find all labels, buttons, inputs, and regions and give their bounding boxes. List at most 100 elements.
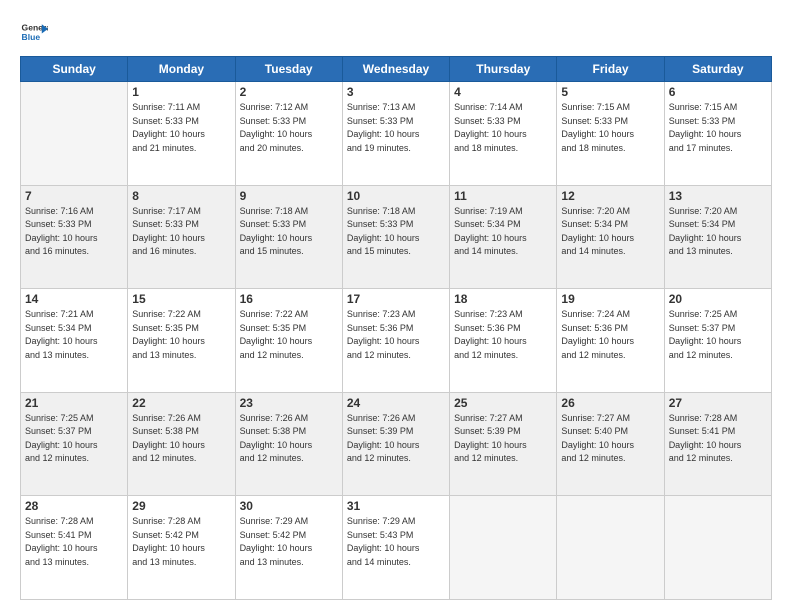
day-number: 19: [561, 292, 659, 306]
day-number: 12: [561, 189, 659, 203]
calendar-cell: 29 Sunrise: 7:28 AM Sunset: 5:42 PM Dayli…: [128, 496, 235, 600]
calendar-row: 14 Sunrise: 7:21 AM Sunset: 5:34 PM Dayli…: [21, 289, 772, 393]
calendar-table: SundayMondayTuesdayWednesdayThursdayFrid…: [20, 56, 772, 600]
day-number: 15: [132, 292, 230, 306]
logo-icon: General Blue: [20, 18, 48, 46]
day-number: 3: [347, 85, 445, 99]
day-info: Sunrise: 7:26 AM Sunset: 5:38 PM Dayligh…: [240, 412, 338, 466]
day-info: Sunrise: 7:29 AM Sunset: 5:43 PM Dayligh…: [347, 515, 445, 569]
day-number: 13: [669, 189, 767, 203]
calendar-row: 7 Sunrise: 7:16 AM Sunset: 5:33 PM Daylig…: [21, 185, 772, 289]
day-info: Sunrise: 7:15 AM Sunset: 5:33 PM Dayligh…: [669, 101, 767, 155]
day-info: Sunrise: 7:20 AM Sunset: 5:34 PM Dayligh…: [561, 205, 659, 259]
day-number: 7: [25, 189, 123, 203]
day-info: Sunrise: 7:18 AM Sunset: 5:33 PM Dayligh…: [240, 205, 338, 259]
calendar-cell: 14 Sunrise: 7:21 AM Sunset: 5:34 PM Dayli…: [21, 289, 128, 393]
calendar-cell: 15 Sunrise: 7:22 AM Sunset: 5:35 PM Dayli…: [128, 289, 235, 393]
calendar-cell: 3Sunrise: 7:13 AM Sunset: 5:33 PM Daylig…: [342, 82, 449, 186]
day-number: 17: [347, 292, 445, 306]
day-info: Sunrise: 7:16 AM Sunset: 5:33 PM Dayligh…: [25, 205, 123, 259]
day-info: Sunrise: 7:28 AM Sunset: 5:42 PM Dayligh…: [132, 515, 230, 569]
day-info: Sunrise: 7:21 AM Sunset: 5:34 PM Dayligh…: [25, 308, 123, 362]
calendar-row: 28Sunrise: 7:28 AM Sunset: 5:41 PM Dayli…: [21, 496, 772, 600]
calendar-cell: 31 Sunrise: 7:29 AM Sunset: 5:43 PM Dayli…: [342, 496, 449, 600]
day-number: 4: [454, 85, 552, 99]
weekday-header: Thursday: [450, 57, 557, 82]
day-info: Sunrise: 7:18 AM Sunset: 5:33 PM Dayligh…: [347, 205, 445, 259]
calendar-cell: 4 Sunrise: 7:14 AM Sunset: 5:33 PM Daylig…: [450, 82, 557, 186]
day-info: Sunrise: 7:20 AM Sunset: 5:34 PM Dayligh…: [669, 205, 767, 259]
day-number: 23: [240, 396, 338, 410]
svg-text:Blue: Blue: [22, 32, 41, 42]
calendar-cell: 22Sunrise: 7:26 AM Sunset: 5:38 PM Dayli…: [128, 392, 235, 496]
calendar-cell: [21, 82, 128, 186]
calendar-cell: 13 Sunrise: 7:20 AM Sunset: 5:34 PM Dayli…: [664, 185, 771, 289]
calendar-cell: 25 Sunrise: 7:27 AM Sunset: 5:39 PM Dayli…: [450, 392, 557, 496]
day-number: 26: [561, 396, 659, 410]
header: General Blue: [20, 18, 772, 46]
day-info: Sunrise: 7:12 AM Sunset: 5:33 PM Dayligh…: [240, 101, 338, 155]
day-number: 28: [25, 499, 123, 513]
calendar-cell: 11Sunrise: 7:19 AM Sunset: 5:34 PM Dayli…: [450, 185, 557, 289]
day-info: Sunrise: 7:19 AM Sunset: 5:34 PM Dayligh…: [454, 205, 552, 259]
calendar-cell: 20 Sunrise: 7:25 AM Sunset: 5:37 PM Dayli…: [664, 289, 771, 393]
day-number: 29: [132, 499, 230, 513]
calendar-cell: 27 Sunrise: 7:28 AM Sunset: 5:41 PM Dayli…: [664, 392, 771, 496]
calendar-cell: 1Sunrise: 7:11 AM Sunset: 5:33 PM Daylig…: [128, 82, 235, 186]
calendar-row: 21 Sunrise: 7:25 AM Sunset: 5:37 PM Dayli…: [21, 392, 772, 496]
weekday-header: Friday: [557, 57, 664, 82]
day-info: Sunrise: 7:22 AM Sunset: 5:35 PM Dayligh…: [240, 308, 338, 362]
day-info: Sunrise: 7:25 AM Sunset: 5:37 PM Dayligh…: [669, 308, 767, 362]
calendar-cell: [450, 496, 557, 600]
calendar-cell: 23 Sunrise: 7:26 AM Sunset: 5:38 PM Dayli…: [235, 392, 342, 496]
day-number: 9: [240, 189, 338, 203]
weekday-header: Tuesday: [235, 57, 342, 82]
logo: General Blue: [20, 18, 48, 46]
calendar-cell: 30 Sunrise: 7:29 AM Sunset: 5:42 PM Dayli…: [235, 496, 342, 600]
day-info: Sunrise: 7:27 AM Sunset: 5:39 PM Dayligh…: [454, 412, 552, 466]
day-number: 27: [669, 396, 767, 410]
day-info: Sunrise: 7:22 AM Sunset: 5:35 PM Dayligh…: [132, 308, 230, 362]
day-number: 2: [240, 85, 338, 99]
day-number: 18: [454, 292, 552, 306]
day-number: 22: [132, 396, 230, 410]
calendar-cell: 16 Sunrise: 7:22 AM Sunset: 5:35 PM Dayli…: [235, 289, 342, 393]
day-number: 8: [132, 189, 230, 203]
day-number: 25: [454, 396, 552, 410]
day-number: 14: [25, 292, 123, 306]
day-info: Sunrise: 7:26 AM Sunset: 5:39 PM Dayligh…: [347, 412, 445, 466]
day-info: Sunrise: 7:23 AM Sunset: 5:36 PM Dayligh…: [347, 308, 445, 362]
calendar-cell: 5Sunrise: 7:15 AM Sunset: 5:33 PM Daylig…: [557, 82, 664, 186]
day-number: 5: [561, 85, 659, 99]
page: General Blue SundayMondayTuesdayWednesda…: [0, 0, 792, 612]
day-info: Sunrise: 7:28 AM Sunset: 5:41 PM Dayligh…: [669, 412, 767, 466]
calendar-cell: 24Sunrise: 7:26 AM Sunset: 5:39 PM Dayli…: [342, 392, 449, 496]
day-info: Sunrise: 7:11 AM Sunset: 5:33 PM Dayligh…: [132, 101, 230, 155]
day-number: 20: [669, 292, 767, 306]
weekday-header: Wednesday: [342, 57, 449, 82]
calendar-header-row: SundayMondayTuesdayWednesdayThursdayFrid…: [21, 57, 772, 82]
calendar-cell: 21 Sunrise: 7:25 AM Sunset: 5:37 PM Dayli…: [21, 392, 128, 496]
day-number: 10: [347, 189, 445, 203]
day-info: Sunrise: 7:24 AM Sunset: 5:36 PM Dayligh…: [561, 308, 659, 362]
day-info: Sunrise: 7:27 AM Sunset: 5:40 PM Dayligh…: [561, 412, 659, 466]
calendar-cell: [664, 496, 771, 600]
day-number: 30: [240, 499, 338, 513]
day-info: Sunrise: 7:25 AM Sunset: 5:37 PM Dayligh…: [25, 412, 123, 466]
day-info: Sunrise: 7:14 AM Sunset: 5:33 PM Dayligh…: [454, 101, 552, 155]
day-number: 16: [240, 292, 338, 306]
day-number: 31: [347, 499, 445, 513]
calendar-cell: 8 Sunrise: 7:17 AM Sunset: 5:33 PM Daylig…: [128, 185, 235, 289]
calendar-cell: 28Sunrise: 7:28 AM Sunset: 5:41 PM Dayli…: [21, 496, 128, 600]
calendar-cell: 12 Sunrise: 7:20 AM Sunset: 5:34 PM Dayli…: [557, 185, 664, 289]
calendar-cell: 26 Sunrise: 7:27 AM Sunset: 5:40 PM Dayli…: [557, 392, 664, 496]
calendar-row: 1Sunrise: 7:11 AM Sunset: 5:33 PM Daylig…: [21, 82, 772, 186]
weekday-header: Sunday: [21, 57, 128, 82]
day-info: Sunrise: 7:17 AM Sunset: 5:33 PM Dayligh…: [132, 205, 230, 259]
day-info: Sunrise: 7:29 AM Sunset: 5:42 PM Dayligh…: [240, 515, 338, 569]
calendar-cell: 10 Sunrise: 7:18 AM Sunset: 5:33 PM Dayli…: [342, 185, 449, 289]
weekday-header: Saturday: [664, 57, 771, 82]
calendar-cell: 2 Sunrise: 7:12 AM Sunset: 5:33 PM Daylig…: [235, 82, 342, 186]
calendar-cell: [557, 496, 664, 600]
day-number: 21: [25, 396, 123, 410]
